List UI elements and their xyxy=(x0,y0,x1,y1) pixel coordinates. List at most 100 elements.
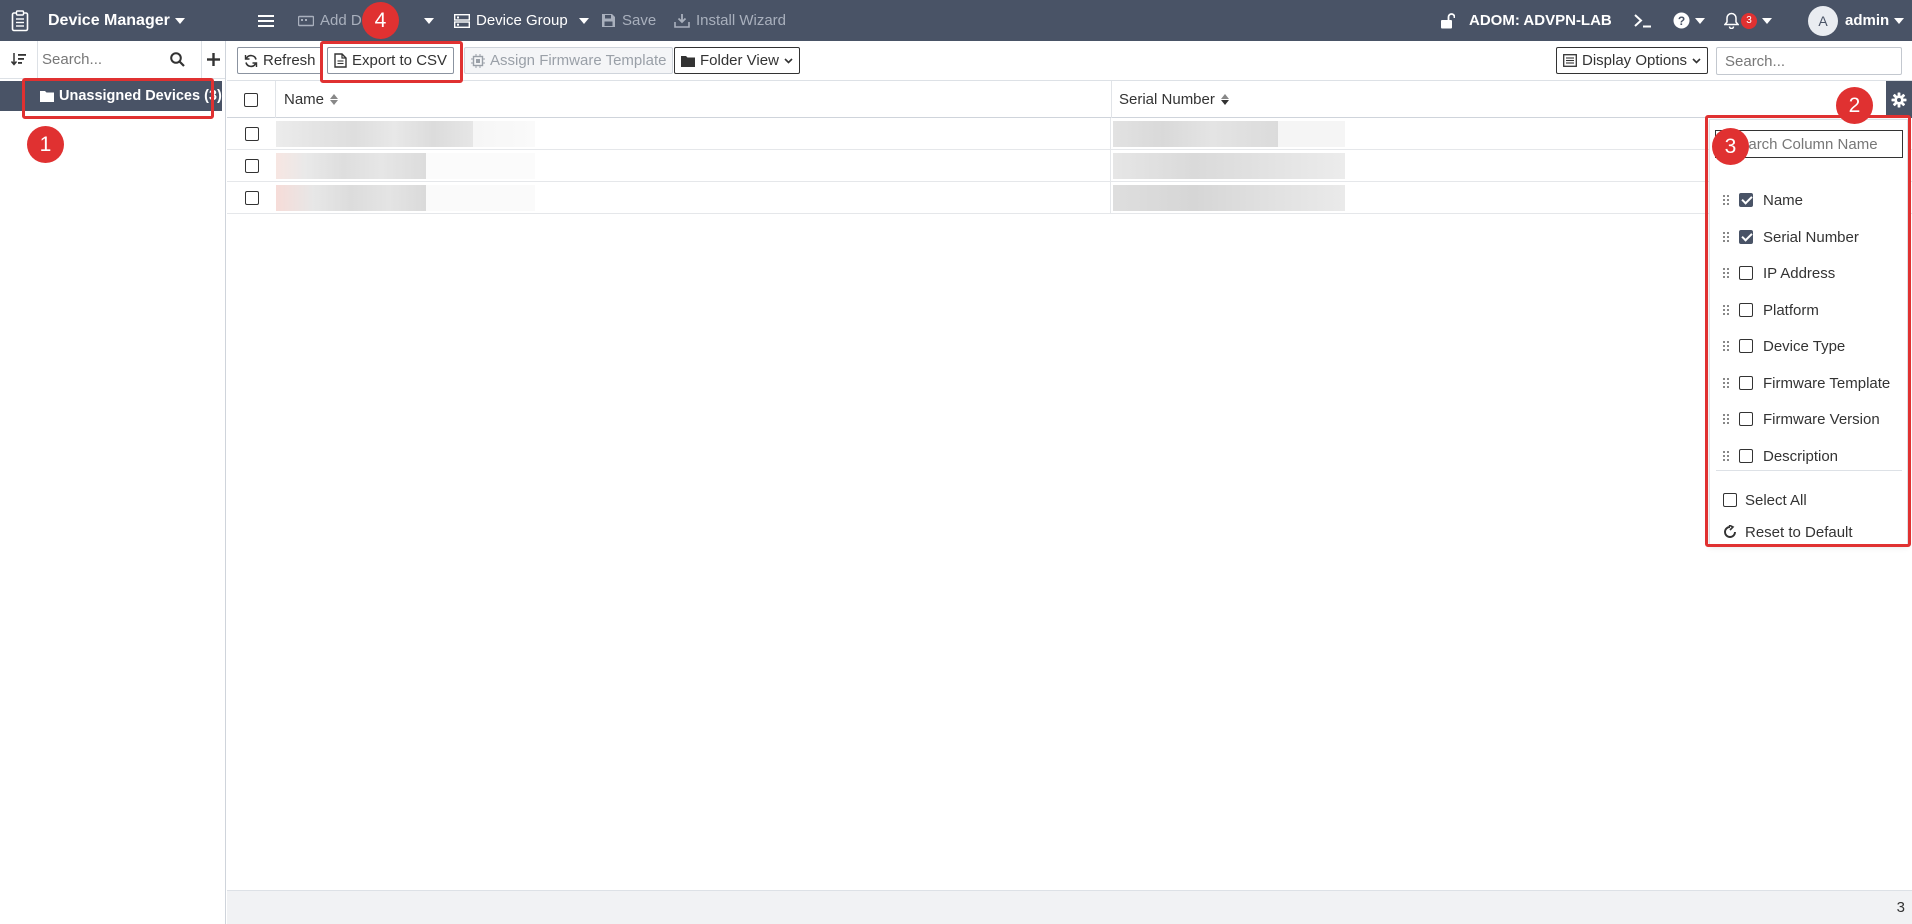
display-options-label: Display Options xyxy=(1582,52,1688,69)
add-device-dropdown[interactable] xyxy=(419,0,434,41)
bell-icon xyxy=(1724,12,1739,29)
chevron-down-icon xyxy=(174,17,185,24)
redacted-value xyxy=(1113,121,1278,147)
redacted-value xyxy=(426,153,535,179)
redacted-value xyxy=(276,121,473,147)
install-icon xyxy=(674,14,690,28)
checkbox xyxy=(244,159,259,173)
column-header-label: Name xyxy=(284,91,325,108)
add-device-icon xyxy=(298,15,314,26)
chevron-down-icon xyxy=(1762,17,1772,24)
sort-icon xyxy=(1220,94,1229,105)
annotation-highlight-tree-item xyxy=(22,78,214,119)
user-menu[interactable]: A admin xyxy=(1808,0,1905,41)
device-name-cell xyxy=(276,182,1111,214)
sort-icon[interactable] xyxy=(0,40,38,79)
grid-footer: 3 xyxy=(227,890,1912,924)
select-all-rows-checkbox[interactable] xyxy=(227,81,276,118)
row-checkbox[interactable] xyxy=(227,150,276,182)
checkbox xyxy=(244,127,259,141)
serial-number-cell xyxy=(1111,118,1511,150)
main-content: Refresh Export to CSV Assign Firmware Te… xyxy=(227,41,1912,924)
refresh-label: Refresh xyxy=(263,52,316,69)
sort-icon xyxy=(330,94,339,105)
hamburger-menu-icon[interactable] xyxy=(258,0,274,41)
folder-view-dropdown[interactable]: Folder View xyxy=(674,47,800,74)
column-header-serial-number[interactable]: Serial Number xyxy=(1119,81,1229,118)
assign-firmware-template-label: Assign Firmware Template xyxy=(490,52,667,69)
device-group-label: Device Group xyxy=(476,12,568,29)
avatar: A xyxy=(1808,5,1838,36)
device-name-cell xyxy=(276,118,1111,150)
device-name-cell xyxy=(276,150,1111,182)
column-header-name[interactable]: Name xyxy=(284,81,339,118)
redacted-value xyxy=(276,185,426,211)
content-toolbar: Refresh Export to CSV Assign Firmware Te… xyxy=(227,41,1912,81)
install-wizard-button[interactable]: Install Wizard xyxy=(674,0,786,41)
help-menu[interactable]: ? xyxy=(1673,0,1705,41)
column-header-label: Serial Number xyxy=(1119,91,1215,108)
display-options-dropdown[interactable]: Display Options xyxy=(1556,47,1709,74)
grid-search xyxy=(1716,47,1902,75)
annotation-highlight-column-panel xyxy=(1705,115,1911,547)
table-row[interactable] xyxy=(227,150,1912,182)
chevron-down-icon xyxy=(1692,57,1701,64)
gear-icon xyxy=(1891,92,1907,107)
save-icon xyxy=(602,14,615,27)
cli-console-icon[interactable] xyxy=(1634,0,1652,41)
install-wizard-label: Install Wizard xyxy=(696,12,787,29)
username-label: admin xyxy=(1845,12,1890,29)
tree-toolbar xyxy=(0,40,225,79)
add-device-button[interactable]: Add De xyxy=(298,0,370,41)
clipboard-icon[interactable] xyxy=(0,0,40,41)
redacted-value xyxy=(1278,121,1345,147)
save-button[interactable]: Save xyxy=(601,0,656,41)
record-count: 3 xyxy=(1896,899,1905,916)
chevron-down-icon xyxy=(784,57,793,64)
list-icon xyxy=(1563,54,1577,67)
app-title-menu[interactable]: Device Manager xyxy=(48,0,185,41)
notification-badge: 3 xyxy=(1741,12,1757,29)
device-group-icon xyxy=(454,13,470,28)
grid-search-input[interactable] xyxy=(1725,52,1895,70)
search-icon[interactable] xyxy=(170,52,185,67)
device-group-button[interactable]: Device Group xyxy=(454,0,589,41)
redacted-value xyxy=(1113,153,1345,179)
redacted-value xyxy=(426,185,535,211)
redacted-value xyxy=(276,153,426,179)
chevron-down-icon xyxy=(1894,17,1905,24)
save-label: Save xyxy=(622,12,657,29)
row-checkbox[interactable] xyxy=(227,118,276,150)
table-row[interactable] xyxy=(227,118,1912,150)
chevron-down-icon xyxy=(578,17,589,24)
adom-label[interactable]: ADOM: ADVPN-LAB xyxy=(1469,0,1612,41)
row-checkbox[interactable] xyxy=(227,182,276,214)
serial-number-cell xyxy=(1111,150,1511,182)
grid-header: Name Serial Number xyxy=(227,81,1912,118)
top-navigation-bar: Device Manager Add De Device Group Save … xyxy=(0,0,1912,41)
table-row[interactable] xyxy=(227,182,1912,214)
chevron-down-icon xyxy=(424,17,434,24)
refresh-icon xyxy=(244,54,258,67)
assign-firmware-template-button[interactable]: Assign Firmware Template xyxy=(464,47,674,74)
column-divider xyxy=(1111,81,1112,118)
refresh-button[interactable]: Refresh xyxy=(237,47,323,74)
chevron-down-icon xyxy=(1695,17,1705,24)
redacted-value xyxy=(473,121,535,147)
folder-view-label: Folder View xyxy=(700,52,779,69)
column-settings-button[interactable] xyxy=(1886,81,1912,118)
annotation-marker-1: 1 xyxy=(27,126,64,163)
annotation-marker-3: 3 xyxy=(1712,128,1749,165)
tree-search-input[interactable] xyxy=(42,51,162,68)
notifications-menu[interactable]: 3 xyxy=(1724,0,1772,41)
checkbox xyxy=(244,191,259,205)
annotation-marker-4: 4 xyxy=(362,2,399,39)
annotation-marker-2: 2 xyxy=(1836,87,1873,124)
annotation-highlight-export-button xyxy=(320,41,463,83)
unlock-icon[interactable] xyxy=(1440,0,1455,41)
redacted-value xyxy=(1113,185,1345,211)
add-group-button[interactable] xyxy=(201,40,225,79)
svg-text:?: ? xyxy=(1678,14,1685,28)
device-tree-panel: Unassigned Devices (3) xyxy=(0,40,226,924)
plus-icon xyxy=(207,53,220,66)
